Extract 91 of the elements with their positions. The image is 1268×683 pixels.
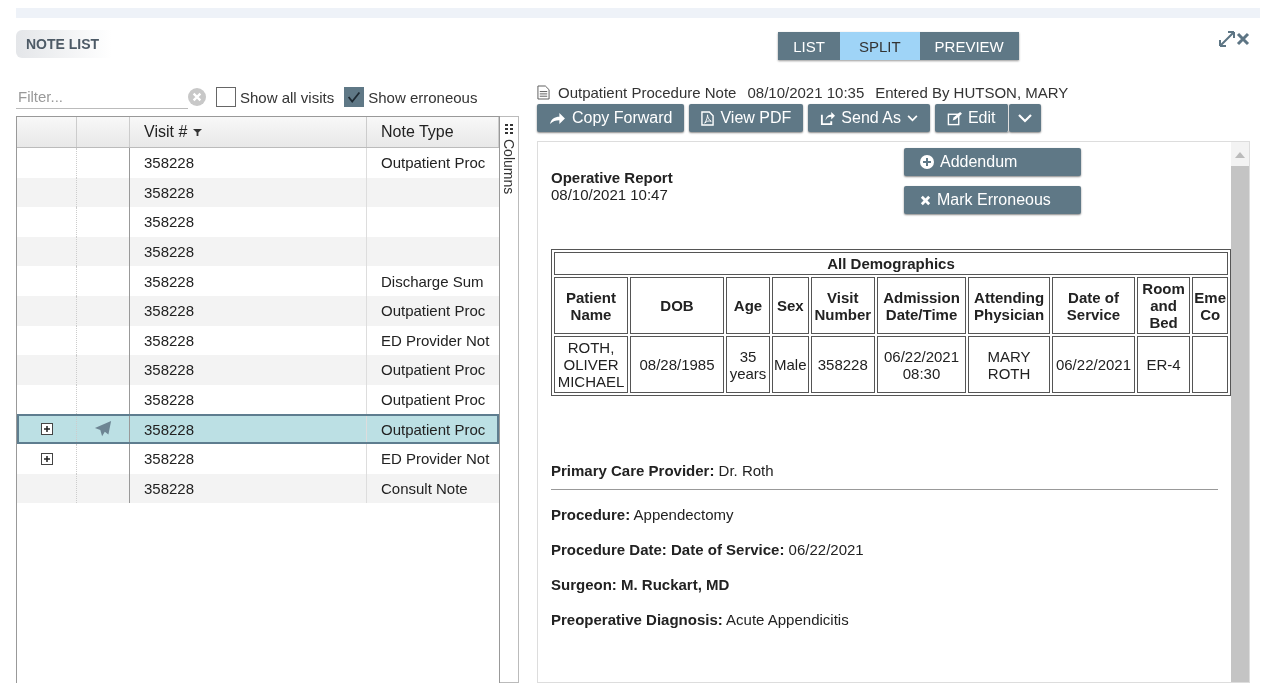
checkbox-label: Show all visits — [240, 88, 335, 106]
columns-tab[interactable]: Columns — [500, 116, 519, 683]
table-cell: Male — [772, 336, 809, 393]
report-field: Procedure Date: Date of Service: 06/22/2021 — [551, 541, 1231, 558]
table-cell: ED Provider Not — [381, 450, 490, 468]
table-row[interactable]: 358228 — [17, 177, 499, 208]
chevron-down-icon — [906, 114, 918, 122]
document-icon — [537, 85, 550, 100]
table-cell: 358228 — [144, 391, 195, 409]
edit-icon — [946, 110, 962, 126]
checkbox[interactable] — [344, 87, 365, 107]
table-cell: 358228 — [144, 213, 195, 231]
table-cell: 358228 — [144, 154, 195, 172]
table-cell: MARY ROTH — [968, 336, 1051, 393]
table-cell: 358228 — [144, 331, 195, 349]
view-tab[interactable]: PREVIEW — [919, 32, 1019, 60]
toolbar-button[interactable]: Send As — [808, 104, 930, 132]
note-title: Outpatient Procedure Note — [558, 84, 737, 101]
report-title: Operative Report — [551, 169, 673, 186]
table-cell: 358228 — [144, 302, 195, 320]
table-cell: 358228 — [144, 243, 195, 261]
view-tab[interactable]: LIST — [778, 32, 840, 60]
table-cell: 358228 — [144, 361, 195, 379]
toolbar-button[interactable]: Copy Forward — [537, 104, 685, 132]
column-header: Admission Date/Time — [877, 277, 966, 334]
plus-circle-icon — [920, 155, 934, 169]
column-header: Eme Co — [1192, 277, 1228, 334]
table-cell: 08/28/1985 — [630, 336, 724, 393]
close-icon[interactable] — [1236, 32, 1250, 46]
tab-label: Columns — [501, 139, 517, 195]
table-cell: ER-4 — [1136, 336, 1191, 393]
table-cell: 358228 — [144, 183, 195, 201]
column-header[interactable]: Visit # — [130, 117, 367, 147]
column-header: Visit Number — [810, 277, 876, 334]
column-header: Attending Physician — [968, 277, 1051, 334]
report-field: Surgeon: M. Ruckart, MD — [551, 576, 1231, 593]
menu-item[interactable]: Mark Erroneous — [904, 186, 1081, 214]
clear-icon — [188, 88, 206, 106]
report-date: 08/10/2021 10:47 — [551, 186, 668, 203]
share-arrow-icon — [549, 111, 566, 125]
column-header: Date of Service — [1052, 277, 1135, 334]
view-tab[interactable]: SPLIT — [839, 32, 920, 60]
table-cell: Outpatient Proc — [381, 420, 486, 438]
table-cell: 358228 — [810, 336, 876, 393]
table-cell: 35 years — [726, 336, 770, 393]
table-caption: All Demographics — [554, 252, 1228, 275]
table-cell: Outpatient Proc — [381, 391, 486, 409]
column-header: Patient Name — [554, 277, 628, 334]
column-header[interactable]: Note Type — [367, 117, 499, 147]
export-icon — [820, 110, 836, 126]
close-icon — [920, 194, 931, 206]
toolbar-button[interactable]: Edit — [934, 104, 1009, 132]
expand-icon[interactable] — [40, 452, 53, 465]
filter-icon — [193, 127, 203, 137]
table-row[interactable]: 358228 — [17, 236, 499, 267]
chevron-down-icon — [1016, 113, 1033, 123]
table-cell: 06/22/2021 — [1052, 336, 1135, 393]
table-cell: ED Provider Not — [381, 331, 490, 349]
column-header: Age — [726, 277, 770, 334]
grip-icon — [504, 123, 514, 135]
report-field: Procedure: Appendectomy — [551, 506, 1231, 523]
selected-row[interactable]: 358228 Outpatient Proc — [17, 414, 499, 444]
checkbox[interactable] — [216, 87, 236, 107]
column-header: DOB — [630, 277, 724, 334]
table-cell: Discharge Sum — [381, 272, 484, 290]
table-cell: Outpatient Proc — [381, 302, 486, 320]
expand-icon[interactable] — [40, 423, 53, 436]
report-field: Preoperative Diagnosis: Acute Appendicitis — [551, 611, 1231, 628]
column-header: Room and Bed — [1136, 277, 1191, 334]
toolbar-button[interactable]: View PDF — [689, 104, 804, 132]
column-label: Visit # — [144, 123, 188, 141]
table-cell: 358228 — [144, 420, 195, 438]
provider-line: Primary Care Provider: Dr. Roth — [551, 462, 775, 479]
table-row[interactable]: 358228 Consult Note — [17, 473, 499, 504]
table-row[interactable]: 358228 Outpatient Proc — [17, 355, 499, 385]
table-cell: ROTH, OLIVER MICHAEL — [554, 336, 628, 393]
table-cell: Outpatient Proc — [381, 154, 486, 172]
column-header: Sex — [772, 277, 809, 334]
table-cell: 358228 — [144, 272, 195, 290]
table-cell: 358228 — [144, 450, 195, 468]
table-cell: Outpatient Proc — [381, 361, 486, 379]
dropdown-button[interactable] — [1008, 104, 1041, 132]
note-date: 08/10/2021 10:35 — [747, 84, 865, 101]
checkbox-label: Show erroneous — [368, 88, 478, 106]
table-cell: Consult Note — [381, 479, 468, 497]
pdf-file-icon — [701, 110, 715, 126]
table-cell: 358228 — [144, 479, 195, 497]
menu-item[interactable]: Addendum — [904, 148, 1081, 176]
note-author: Entered By HUTSON, MARY — [875, 84, 1069, 101]
table-cell: 06/22/2021 08:30 — [877, 336, 966, 393]
table-row[interactable]: 358228 Outpatient Proc — [17, 295, 499, 326]
